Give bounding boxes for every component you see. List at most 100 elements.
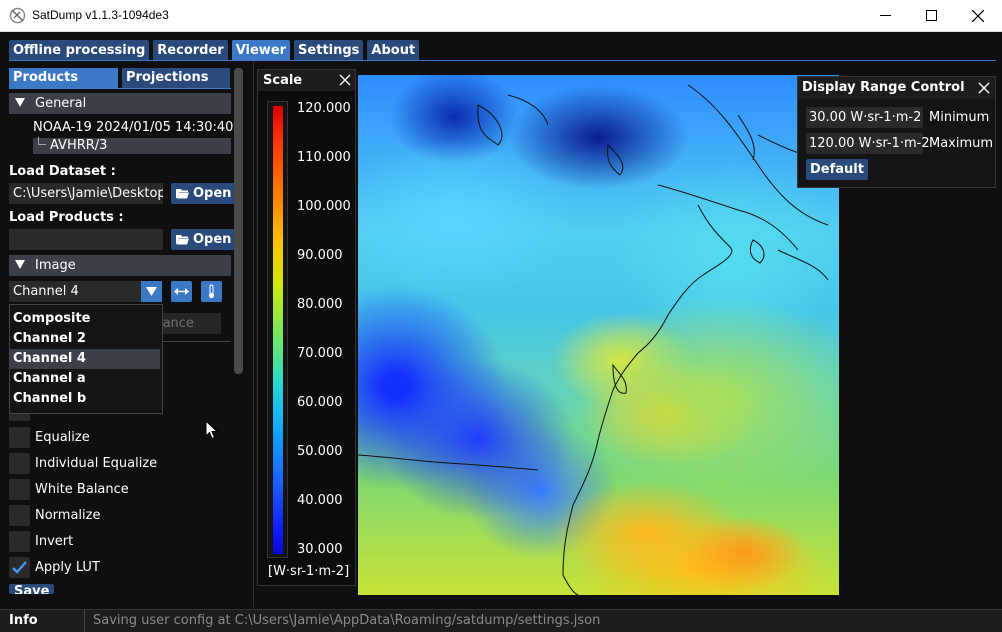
maximum-label: Maximum [929,136,994,151]
dataset-tree-node[interactable]: NOAA-19 2024/01/05 14:30:40 [33,120,233,135]
image-header[interactable]: Image [9,255,231,276]
satdump-logo-icon [9,7,26,24]
dataset-path-input[interactable]: C:\Users\Jamie\Desktop [9,183,163,204]
channel-select-value: Channel 4 [13,284,79,299]
collapse-triangle-icon [15,260,25,269]
open-dataset-button[interactable]: Open [171,183,237,204]
white-balance-checkbox[interactable] [9,479,30,500]
tab-viewer[interactable]: Viewer [231,40,291,61]
folder-open-icon [176,235,189,245]
display-range-control-window: Display Range Control 30.00 W·sr-1·m-2 M… [797,76,996,188]
scale-tick-label: 50.000 [297,444,343,459]
status-message: Saving user config at C:\Users\Jamie\App… [93,613,601,628]
collapse-triangle-icon [15,98,25,107]
tab-offline-processing[interactable]: Offline processing [9,40,150,61]
apply-lut-checkbox[interactable] [9,557,30,578]
main-tab-bar: Offline processing Recorder Viewer Setti… [9,40,420,61]
equalize-checkbox[interactable] [9,427,30,448]
checkmark-icon [12,561,27,574]
products-path-input[interactable] [9,229,163,250]
channel-dropdown-list: Composite Channel 2 Channel 4 Channel a … [9,304,163,414]
individual-equalize-label: Individual Equalize [35,456,158,471]
channel-option-selected[interactable]: Channel 4 [10,349,160,369]
scale-tick-label: 110.000 [297,150,351,165]
products-panel: Products Projections General NOAA-19 202… [0,62,252,602]
scale-unit-label: [W·sr-1·m-2] [268,564,350,579]
temperature-button[interactable] [201,281,222,302]
minimize-button[interactable] [862,0,908,31]
normalize-checkbox[interactable] [9,505,30,526]
scale-tick-label: 70.000 [297,346,343,361]
scale-tick-label: 60.000 [297,395,343,410]
maximize-button[interactable] [908,0,954,31]
general-header[interactable]: General [9,93,231,114]
load-dataset-label: Load Dataset : [9,164,116,179]
coastline-overlay [358,84,829,595]
close-icon[interactable] [977,81,991,95]
fit-width-button[interactable] [171,281,192,302]
channel-option[interactable]: Channel 2 [10,329,162,349]
panel-splitter[interactable] [253,62,254,607]
mouse-cursor-icon [205,420,218,440]
maximum-input[interactable]: 120.00 W·sr-1·m-2 [806,133,930,154]
image-header-label: Image [35,258,76,273]
subtab-projections[interactable]: Projections [122,68,230,88]
open-products-button[interactable]: Open [171,229,237,250]
close-icon[interactable] [338,73,352,87]
scale-title-bar[interactable]: Scale [258,70,355,91]
panel-subtabs: Products Projections [9,68,230,88]
tab-about[interactable]: About [367,40,420,61]
drc-title: Display Range Control [802,80,965,95]
tab-underline [9,60,996,61]
status-divider [84,610,85,632]
general-header-label: General [35,96,87,111]
tab-settings[interactable]: Settings [294,40,364,61]
folder-open-icon [176,189,189,199]
channel-option[interactable]: Channel b [10,389,162,409]
product-tree-label: AVHRR/3 [50,138,108,153]
title-bar: SatDump v1.1.3-1094de3 [0,0,1002,32]
normalize-label: Normalize [35,508,101,523]
scale-tick-label: 80.000 [297,297,343,312]
save-label: Save [14,584,50,594]
color-scale-bar [267,101,288,558]
close-button[interactable] [955,0,1001,31]
channel-option[interactable]: Composite [10,309,162,329]
status-info-label: Info [9,613,38,628]
subtab-underline [9,88,231,89]
minimize-icon [879,15,891,16]
scale-tick-label: 100.000 [297,199,351,214]
save-button[interactable]: Save [9,584,55,594]
status-bar: Info Saving user config at C:\Users\Jami… [0,609,1002,632]
invert-label: Invert [35,534,74,549]
apply-lut-label: Apply LUT [35,560,100,575]
subtab-products[interactable]: Products [9,68,118,88]
panel-scrollbar[interactable] [234,68,243,374]
thermometer-icon [208,284,215,299]
color-gradient [273,106,283,554]
scale-tick-label: 30.000 [297,542,343,557]
default-button[interactable]: Default [806,159,868,180]
scale-title: Scale [263,73,303,88]
chevron-down-icon [141,281,162,302]
channel-select[interactable]: Channel 4 [9,281,162,302]
channel-option[interactable]: Channel a [10,369,162,389]
product-tree-node[interactable]: AVHRR/3 [33,137,231,154]
minimum-label: Minimum [929,110,990,125]
close-icon [972,9,984,22]
minimum-input[interactable]: 30.00 W·sr-1·m-2 [806,107,923,128]
tab-recorder[interactable]: Recorder [153,40,228,61]
load-products-label: Load Products : [9,210,124,225]
scale-tick-label: 90.000 [297,248,343,263]
white-balance-label: White Balance [35,482,129,497]
horizontal-arrows-icon [174,288,189,295]
satellite-image[interactable] [358,75,839,595]
drc-title-bar[interactable]: Display Range Control [798,77,995,99]
window-title: SatDump v1.1.3-1094de3 [32,8,169,22]
maximize-icon [925,10,937,21]
scale-window: Scale 120.000 110.000 100.000 90.000 80.… [257,69,356,586]
scale-tick-label: 40.000 [297,493,343,508]
open-products-label: Open [193,232,232,247]
invert-checkbox[interactable] [9,531,30,552]
individual-equalize-checkbox[interactable] [9,453,30,474]
